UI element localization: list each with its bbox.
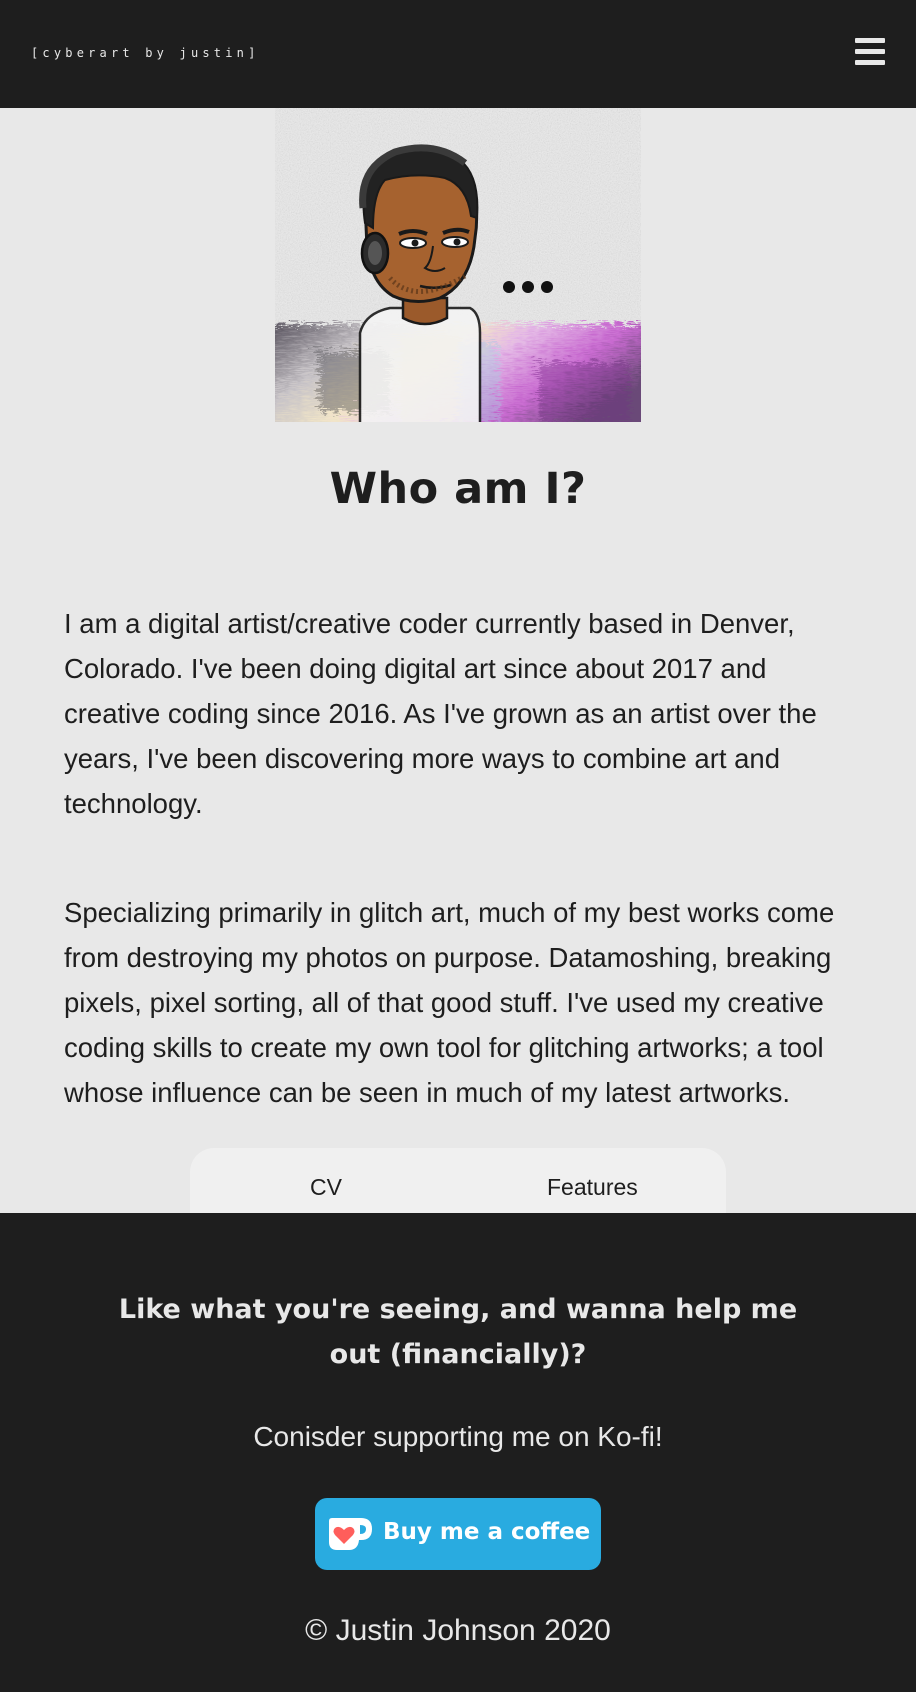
bitmoji-avatar-image <box>275 108 641 422</box>
kofi-button[interactable]: Buy me a coffee <box>315 1498 601 1570</box>
page-title: Who am I? <box>329 464 587 514</box>
kofi-button-label: Buy me a coffee <box>383 1519 591 1545</box>
copyright-text: © Justin Johnson 2020 <box>305 1614 611 1647</box>
site-footer: Like what you're seeing, and wanna help … <box>0 1213 916 1692</box>
hamburger-menu-icon[interactable] <box>855 38 885 66</box>
site-brand[interactable]: [cyberart by justin] <box>31 46 260 60</box>
tab-features[interactable]: Features <box>547 1174 638 1201</box>
bio-paragraph: I am a digital artist/creative coder cur… <box>64 608 817 819</box>
site-header: [cyberart by justin] <box>0 0 916 108</box>
support-heading: Like what you're seeing, and wanna help … <box>118 1294 798 1370</box>
tab-cv[interactable]: CV <box>310 1174 342 1201</box>
tab-bar: CV Features <box>190 1148 726 1218</box>
kofi-cup-heart-icon <box>329 1518 372 1550</box>
bio-paragraph: Specializing primarily in glitch art, mu… <box>64 897 835 1108</box>
support-subtext: Conisder supporting me on Ko-fi! <box>253 1421 663 1452</box>
